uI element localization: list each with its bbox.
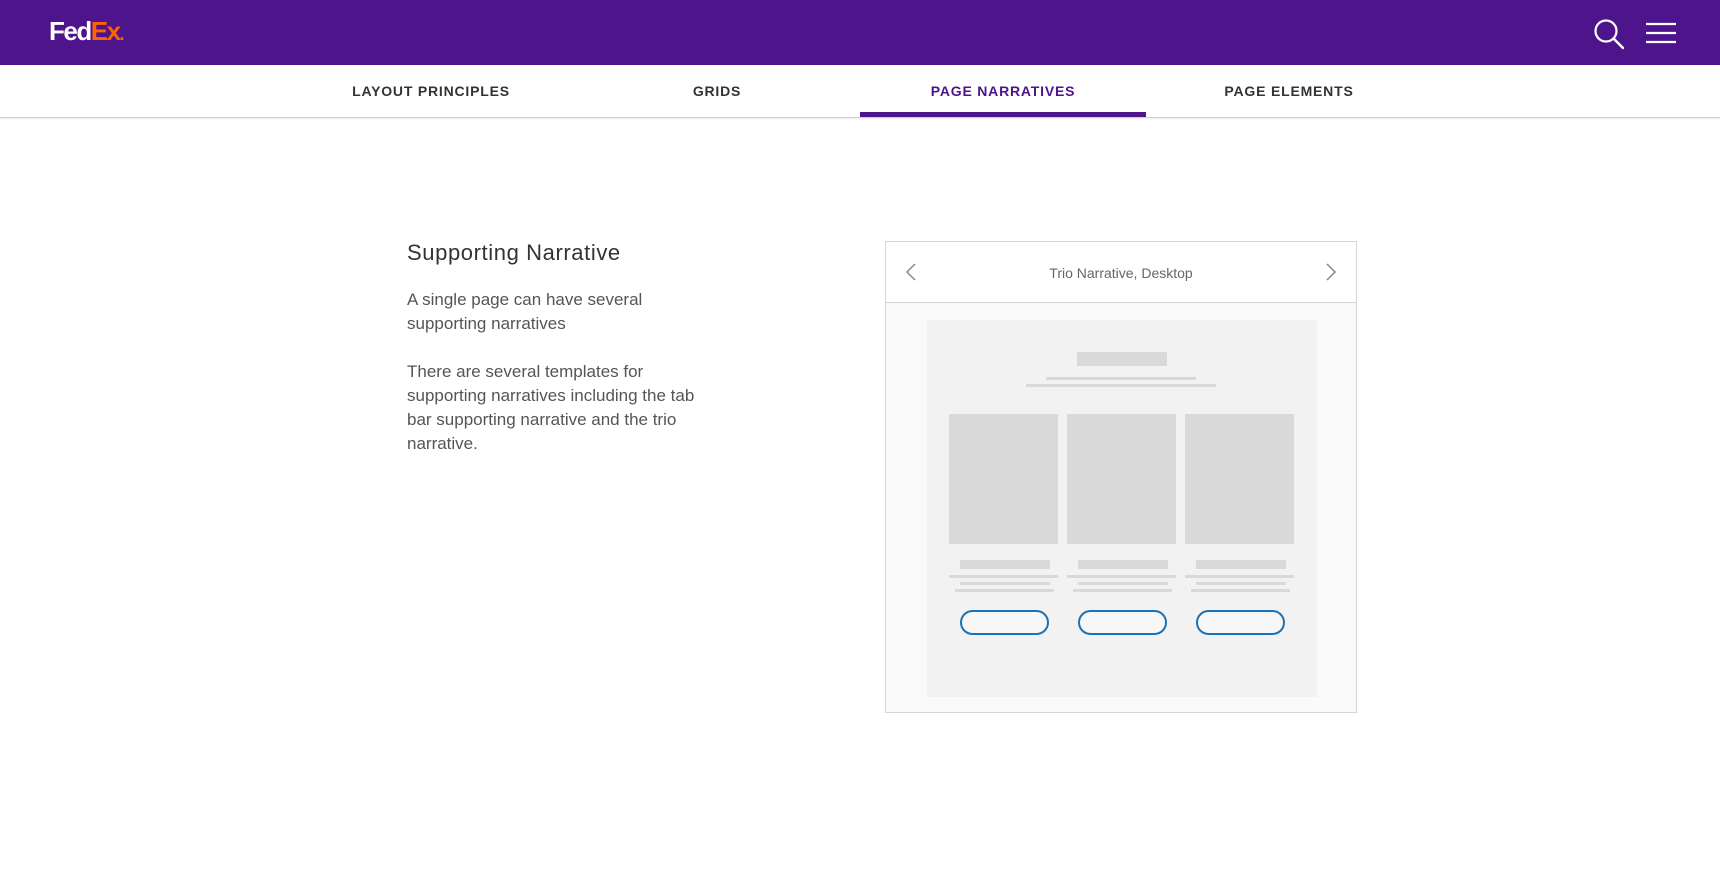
logo-ex: Ex xyxy=(90,16,121,46)
wireframe-image xyxy=(949,414,1058,544)
wireframe-text-line xyxy=(955,589,1054,592)
tab-page-elements[interactable]: PAGE ELEMENTS xyxy=(1146,65,1432,117)
site-header: FedEx. xyxy=(0,0,1720,65)
wireframe-text-line xyxy=(1185,575,1294,578)
fedex-logo[interactable]: FedEx. xyxy=(49,14,125,51)
wireframe-column-title xyxy=(1078,560,1168,569)
section-tab-bar: LAYOUT PRINCIPLES GRIDS PAGE NARRATIVES … xyxy=(0,65,1720,118)
wireframe-subheading-line xyxy=(1046,377,1196,380)
tab-layout-principles[interactable]: LAYOUT PRINCIPLES xyxy=(288,65,574,117)
carousel-title: Trio Narrative, Desktop xyxy=(1049,265,1193,281)
chevron-right-icon[interactable] xyxy=(1320,262,1340,282)
tab-page-narratives[interactable]: PAGE NARRATIVES xyxy=(860,65,1146,117)
wireframe-text-line xyxy=(1078,582,1168,585)
tab-grids[interactable]: GRIDS xyxy=(574,65,860,117)
wireframe-heading xyxy=(1077,352,1167,366)
narrative-carousel: Trio Narrative, Desktop xyxy=(885,241,1357,713)
carousel-header: Trio Narrative, Desktop xyxy=(886,242,1356,303)
wireframe-button xyxy=(1196,610,1285,635)
wireframe-text-line xyxy=(1073,589,1172,592)
wireframe-button xyxy=(1078,610,1167,635)
wireframe-text-line xyxy=(1191,589,1290,592)
hamburger-menu-icon[interactable] xyxy=(1645,22,1677,44)
wireframe-text-line xyxy=(949,575,1058,578)
wireframe-text-line xyxy=(960,582,1050,585)
logo-dot: . xyxy=(119,24,125,44)
wireframe-text-line xyxy=(1067,575,1176,578)
wireframe-subheading-line xyxy=(1026,384,1216,387)
wireframe-column-title xyxy=(960,560,1050,569)
wireframe-column-title xyxy=(1196,560,1286,569)
search-icon[interactable] xyxy=(1593,18,1625,50)
wireframe-button xyxy=(960,610,1049,635)
wireframe-text-line xyxy=(1196,582,1286,585)
logo-fed: Fed xyxy=(49,16,92,46)
wireframe-image xyxy=(1067,414,1176,544)
description-paragraph-2: There are several templates for supporti… xyxy=(407,362,695,453)
trio-narrative-wireframe xyxy=(927,320,1317,697)
description-paragraph-1: A single page can have several supportin… xyxy=(407,290,643,333)
wireframe-image xyxy=(1185,414,1294,544)
section-title: Supporting Narrative xyxy=(407,240,621,265)
